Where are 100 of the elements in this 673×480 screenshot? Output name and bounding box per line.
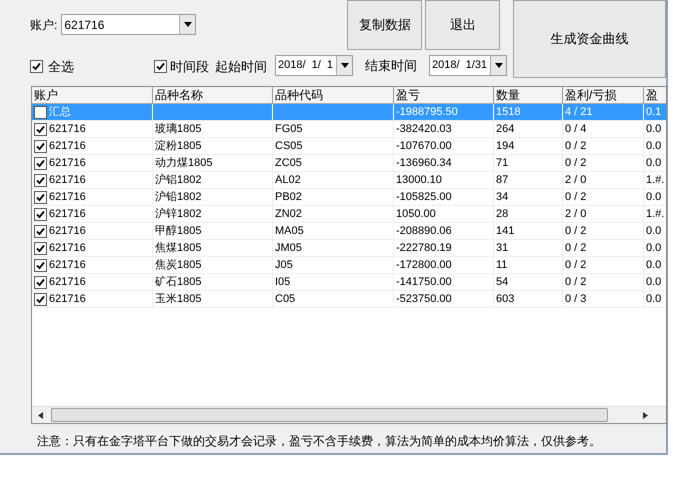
- table-cell-text: 621716: [49, 240, 86, 256]
- checkbox[interactable]: [34, 224, 47, 238]
- column-header[interactable]: 账户: [32, 87, 153, 103]
- table-cell-text: 甲醇1805: [155, 224, 202, 239]
- checkbox[interactable]: [30, 60, 43, 73]
- table-cell-text: -105825.00: [396, 190, 452, 205]
- table-cell-text: 0.0: [646, 190, 662, 205]
- table-cell-text: 玻璃1805: [155, 122, 202, 137]
- start-label: 起始时间: [215, 58, 267, 76]
- table-cell-text: -222780.19: [396, 240, 452, 256]
- table-cell-text: 0 / 4: [565, 122, 586, 137]
- column-header[interactable]: 盈亏: [394, 87, 494, 103]
- action-button[interactable]: 退出: [425, 0, 500, 50]
- note-text: 注意：只有在金字塔平台下做的交易才会记录，盈亏不含手续费，算法为简单的成本均价算法，仅供参考。: [37, 433, 602, 450]
- table-cell-text: 0 / 2: [565, 138, 586, 154]
- action-button[interactable]: 复制数据: [347, 0, 422, 50]
- table-cell-text: 28: [496, 206, 508, 222]
- checkbox[interactable]: [34, 276, 47, 288]
- table-cell-text: 沪铅1802: [155, 190, 202, 205]
- checkbox[interactable]: [34, 258, 47, 272]
- table-cell-text: 0 / 2: [565, 190, 586, 205]
- table-row[interactable]: 621716 甲醇1805 MA05 -208890.06 141 0 / 2 0.0: [32, 223, 666, 240]
- table-cell-text: ZN02: [275, 206, 302, 222]
- table-row[interactable]: 621716 玻璃1805 FG05 -382420.03 264 0 / 4 0.0: [32, 121, 666, 138]
- checkbox[interactable]: [154, 60, 167, 73]
- account-dropdown[interactable]: 621716: [61, 14, 196, 35]
- table-row[interactable]: 621716 动力煤1805 ZC05 -136960.34 71 0 / 2 0.0: [32, 155, 666, 172]
- table-cell-text: I05: [275, 274, 290, 290]
- horizontal-scrollbar[interactable]: [32, 406, 666, 423]
- table-row[interactable]: 621716 矿石1805 I05 -141750.00 54 0 / 2 0.0: [32, 274, 666, 291]
- table-row[interactable]: 621716 焦炭1805 J05 -172800.00 11 0 / 2 0.0: [32, 257, 666, 274]
- table-cell-text: ZC05: [275, 156, 302, 171]
- table-row[interactable]: 621716 淀粉1805 CS05 -107670.00 194 0 / 2 0.0: [32, 138, 666, 155]
- table-cell-text: 0.0: [646, 138, 662, 154]
- table-cell-text: 0.0: [646, 156, 662, 171]
- table-cell-text: 动力煤1805: [155, 156, 212, 171]
- period-label: 时间段: [170, 58, 209, 76]
- table-cell-text: CS05: [275, 138, 303, 154]
- checkbox[interactable]: [34, 292, 47, 306]
- scroll-thumb[interactable]: [51, 408, 608, 422]
- table-cell-text: 141: [496, 224, 514, 239]
- table-cell-text: MA05: [275, 224, 304, 239]
- table-cell-text: 焦炭1805: [155, 258, 202, 273]
- checkbox[interactable]: [34, 190, 47, 204]
- table-cell-text: 0.1: [646, 104, 662, 120]
- table-cell-text: AL02: [275, 172, 301, 188]
- checkbox[interactable]: [34, 106, 47, 118]
- checkbox[interactable]: [34, 122, 47, 136]
- table-cell-text: -382420.03: [396, 122, 452, 137]
- table-cell-text: 2 / 0: [565, 172, 586, 188]
- account-label: 账户:: [30, 16, 58, 34]
- end-date-field[interactable]: 2018/ 1/31: [429, 55, 507, 76]
- table-cell-text: 621716: [49, 206, 86, 222]
- table-cell-text: 1518: [496, 104, 520, 120]
- table-cell-text: -1988795.50: [396, 104, 458, 120]
- table-cell-text: 0.0: [646, 258, 662, 273]
- generate-curve-button[interactable]: 生成资金曲线: [513, 0, 666, 78]
- table-cell-text: 264: [496, 122, 514, 137]
- table-cell-text: 621716: [49, 190, 86, 205]
- column-header[interactable]: 盈: [644, 87, 666, 103]
- table-cell-text: 54: [496, 274, 508, 290]
- table-row[interactable]: 621716 玉米1805 C05 -523750.00 603 0 / 3 0.0: [32, 291, 666, 308]
- table-cell-text: 0 / 2: [565, 156, 586, 171]
- scroll-left-icon[interactable]: [38, 412, 43, 418]
- start-date-field[interactable]: 2018/ 1/ 1: [275, 55, 353, 76]
- table-cell-text: 621716: [49, 224, 86, 239]
- table-row[interactable]: 621716 焦煤1805 JM05 -222780.19 31 0 / 2 0.0: [32, 240, 666, 257]
- column-header[interactable]: 盈利/亏损: [563, 87, 644, 103]
- table-cell-text: 4 / 21: [565, 104, 593, 120]
- table-row[interactable]: 621716 沪铝1802 AL02 13000.10 87 2 / 0 1.#.: [32, 172, 666, 189]
- column-header[interactable]: 数量: [494, 87, 563, 103]
- table-cell-text: 汇总: [49, 104, 71, 120]
- table-cell-text: 0.0: [646, 224, 662, 239]
- table-cell-text: 621716: [49, 122, 86, 137]
- table-cell-text: 0 / 2: [565, 240, 586, 256]
- checkbox[interactable]: [34, 208, 47, 220]
- table-cell-text: 0 / 2: [565, 224, 586, 239]
- table-row[interactable]: 621716 沪铅1802 PB02 -105825.00 34 0 / 2 0.0: [32, 189, 666, 206]
- table-cell-text: 焦煤1805: [155, 240, 202, 256]
- table-cell-text: 87: [496, 172, 508, 188]
- checkbox[interactable]: [34, 156, 47, 170]
- table-cell-text: 0 / 2: [565, 258, 586, 273]
- end-label: 结束时间: [365, 56, 417, 75]
- column-header[interactable]: 品种代码: [273, 87, 394, 103]
- checkbox[interactable]: [34, 242, 47, 254]
- table-cell-text: 2 / 0: [565, 206, 586, 222]
- scroll-right-icon[interactable]: [643, 412, 648, 418]
- table-row[interactable]: 621716 沪锌1802 ZN02 1050.00 28 2 / 0 1.#.: [32, 206, 666, 223]
- table-cell-text: 71: [496, 156, 508, 171]
- checkbox[interactable]: [34, 140, 47, 152]
- table-cell-text: 31: [496, 240, 508, 256]
- table-cell-text: 621716: [49, 172, 86, 188]
- table-cell-text: 0.0: [646, 122, 662, 137]
- table-cell-text: 1050.00: [396, 206, 436, 222]
- column-header[interactable]: 品种名称: [153, 87, 273, 103]
- table-cell-text: C05: [275, 292, 296, 307]
- checkbox[interactable]: [34, 174, 47, 186]
- table-cell-text: 0.0: [646, 274, 662, 290]
- table-cell-text: 玉米1805: [155, 292, 202, 307]
- table-cell-text: -523750.00: [396, 292, 452, 307]
